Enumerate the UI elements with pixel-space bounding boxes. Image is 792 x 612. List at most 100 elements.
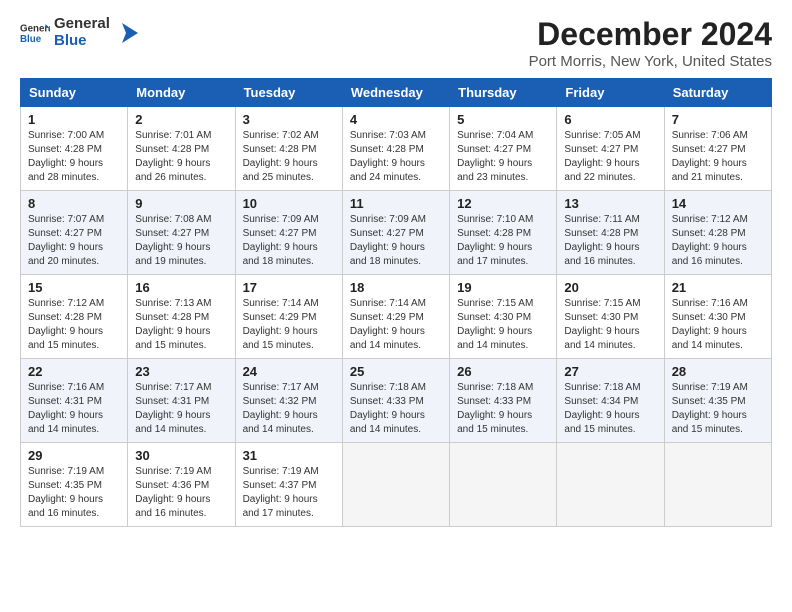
day-number: 13 — [564, 196, 656, 211]
header-row: SundayMondayTuesdayWednesdayThursdayFrid… — [21, 79, 772, 107]
calendar-cell: 9 Sunrise: 7:08 AM Sunset: 4:27 PM Dayli… — [128, 191, 235, 275]
day-number: 30 — [135, 448, 227, 463]
calendar-cell: 21 Sunrise: 7:16 AM Sunset: 4:30 PM Dayl… — [664, 275, 771, 359]
column-header-sunday: Sunday — [21, 79, 128, 107]
calendar-cell: 18 Sunrise: 7:14 AM Sunset: 4:29 PM Dayl… — [342, 275, 449, 359]
sunrise-label: Sunrise: 7:14 AM — [350, 298, 426, 309]
daylight-label: Daylight: 9 hours and 14 minutes. — [350, 410, 425, 435]
sunset-label: Sunset: 4:27 PM — [135, 228, 209, 239]
calendar-cell: 27 Sunrise: 7:18 AM Sunset: 4:34 PM Dayl… — [557, 359, 664, 443]
day-number: 18 — [350, 280, 442, 295]
daylight-label: Daylight: 9 hours and 19 minutes. — [135, 242, 210, 267]
calendar-table: SundayMondayTuesdayWednesdayThursdayFrid… — [20, 78, 772, 527]
daylight-label: Daylight: 9 hours and 14 minutes. — [457, 326, 532, 351]
calendar-cell: 20 Sunrise: 7:15 AM Sunset: 4:30 PM Dayl… — [557, 275, 664, 359]
sunset-label: Sunset: 4:28 PM — [28, 144, 102, 155]
day-number: 15 — [28, 280, 120, 295]
calendar-cell: 13 Sunrise: 7:11 AM Sunset: 4:28 PM Dayl… — [557, 191, 664, 275]
calendar-week-3: 15 Sunrise: 7:12 AM Sunset: 4:28 PM Dayl… — [21, 275, 772, 359]
calendar-cell: 28 Sunrise: 7:19 AM Sunset: 4:35 PM Dayl… — [664, 359, 771, 443]
calendar-cell: 11 Sunrise: 7:09 AM Sunset: 4:27 PM Dayl… — [342, 191, 449, 275]
calendar-cell: 7 Sunrise: 7:06 AM Sunset: 4:27 PM Dayli… — [664, 107, 771, 191]
sunset-label: Sunset: 4:28 PM — [135, 144, 209, 155]
sunrise-label: Sunrise: 7:12 AM — [672, 214, 748, 225]
sunrise-label: Sunrise: 7:18 AM — [457, 382, 533, 393]
column-header-thursday: Thursday — [450, 79, 557, 107]
day-number: 24 — [243, 364, 335, 379]
day-info: Sunrise: 7:18 AM Sunset: 4:33 PM Dayligh… — [457, 381, 549, 437]
calendar-week-2: 8 Sunrise: 7:07 AM Sunset: 4:27 PM Dayli… — [21, 191, 772, 275]
sunset-label: Sunset: 4:30 PM — [564, 312, 638, 323]
logo: General Blue General Blue — [20, 16, 142, 49]
sunrise-label: Sunrise: 7:19 AM — [672, 382, 748, 393]
daylight-label: Daylight: 9 hours and 26 minutes. — [135, 158, 210, 183]
column-header-monday: Monday — [128, 79, 235, 107]
calendar-cell: 4 Sunrise: 7:03 AM Sunset: 4:28 PM Dayli… — [342, 107, 449, 191]
sunrise-label: Sunrise: 7:12 AM — [28, 298, 104, 309]
day-info: Sunrise: 7:11 AM Sunset: 4:28 PM Dayligh… — [564, 213, 656, 269]
sunrise-label: Sunrise: 7:17 AM — [243, 382, 319, 393]
day-number: 5 — [457, 112, 549, 127]
daylight-label: Daylight: 9 hours and 16 minutes. — [135, 494, 210, 519]
sunset-label: Sunset: 4:28 PM — [243, 144, 317, 155]
sunset-label: Sunset: 4:30 PM — [672, 312, 746, 323]
sunset-label: Sunset: 4:28 PM — [457, 228, 531, 239]
sunrise-label: Sunrise: 7:08 AM — [135, 214, 211, 225]
daylight-label: Daylight: 9 hours and 15 minutes. — [28, 326, 103, 351]
day-info: Sunrise: 7:01 AM Sunset: 4:28 PM Dayligh… — [135, 129, 227, 185]
day-number: 22 — [28, 364, 120, 379]
sunrise-label: Sunrise: 7:17 AM — [135, 382, 211, 393]
sunset-label: Sunset: 4:31 PM — [28, 396, 102, 407]
sunset-label: Sunset: 4:29 PM — [350, 312, 424, 323]
day-info: Sunrise: 7:12 AM Sunset: 4:28 PM Dayligh… — [28, 297, 120, 353]
sunrise-label: Sunrise: 7:16 AM — [28, 382, 104, 393]
sunrise-label: Sunrise: 7:16 AM — [672, 298, 748, 309]
sunrise-label: Sunrise: 7:03 AM — [350, 130, 426, 141]
daylight-label: Daylight: 9 hours and 28 minutes. — [28, 158, 103, 183]
daylight-label: Daylight: 9 hours and 17 minutes. — [457, 242, 532, 267]
day-info: Sunrise: 7:17 AM Sunset: 4:31 PM Dayligh… — [135, 381, 227, 437]
calendar-cell: 26 Sunrise: 7:18 AM Sunset: 4:33 PM Dayl… — [450, 359, 557, 443]
sunset-label: Sunset: 4:27 PM — [672, 144, 746, 155]
calendar-cell: 29 Sunrise: 7:19 AM Sunset: 4:35 PM Dayl… — [21, 443, 128, 527]
calendar-cell: 22 Sunrise: 7:16 AM Sunset: 4:31 PM Dayl… — [21, 359, 128, 443]
sunrise-label: Sunrise: 7:19 AM — [135, 466, 211, 477]
calendar-body: 1 Sunrise: 7:00 AM Sunset: 4:28 PM Dayli… — [21, 107, 772, 527]
sunrise-label: Sunrise: 7:18 AM — [350, 382, 426, 393]
calendar-cell: 10 Sunrise: 7:09 AM Sunset: 4:27 PM Dayl… — [235, 191, 342, 275]
day-number: 25 — [350, 364, 442, 379]
calendar-cell: 6 Sunrise: 7:05 AM Sunset: 4:27 PM Dayli… — [557, 107, 664, 191]
calendar-cell: 30 Sunrise: 7:19 AM Sunset: 4:36 PM Dayl… — [128, 443, 235, 527]
sunrise-label: Sunrise: 7:14 AM — [243, 298, 319, 309]
sunset-label: Sunset: 4:37 PM — [243, 480, 317, 491]
day-info: Sunrise: 7:16 AM Sunset: 4:30 PM Dayligh… — [672, 297, 764, 353]
sunset-label: Sunset: 4:29 PM — [243, 312, 317, 323]
day-number: 7 — [672, 112, 764, 127]
daylight-label: Daylight: 9 hours and 18 minutes. — [243, 242, 318, 267]
sunset-label: Sunset: 4:28 PM — [28, 312, 102, 323]
daylight-label: Daylight: 9 hours and 14 minutes. — [243, 410, 318, 435]
logo-arrow-icon — [114, 19, 142, 47]
sunrise-label: Sunrise: 7:15 AM — [457, 298, 533, 309]
day-info: Sunrise: 7:14 AM Sunset: 4:29 PM Dayligh… — [243, 297, 335, 353]
calendar-cell: 1 Sunrise: 7:00 AM Sunset: 4:28 PM Dayli… — [21, 107, 128, 191]
calendar-cell: 15 Sunrise: 7:12 AM Sunset: 4:28 PM Dayl… — [21, 275, 128, 359]
day-number: 20 — [564, 280, 656, 295]
sunset-label: Sunset: 4:27 PM — [28, 228, 102, 239]
sunrise-label: Sunrise: 7:05 AM — [564, 130, 640, 141]
logo-general-text: General — [54, 16, 110, 33]
day-info: Sunrise: 7:02 AM Sunset: 4:28 PM Dayligh… — [243, 129, 335, 185]
sunrise-label: Sunrise: 7:04 AM — [457, 130, 533, 141]
calendar-cell — [664, 443, 771, 527]
day-info: Sunrise: 7:16 AM Sunset: 4:31 PM Dayligh… — [28, 381, 120, 437]
day-info: Sunrise: 7:15 AM Sunset: 4:30 PM Dayligh… — [564, 297, 656, 353]
sunrise-label: Sunrise: 7:19 AM — [243, 466, 319, 477]
page-subtitle: Port Morris, New York, United States — [529, 53, 772, 70]
calendar-cell: 17 Sunrise: 7:14 AM Sunset: 4:29 PM Dayl… — [235, 275, 342, 359]
day-info: Sunrise: 7:08 AM Sunset: 4:27 PM Dayligh… — [135, 213, 227, 269]
column-header-saturday: Saturday — [664, 79, 771, 107]
calendar-header: SundayMondayTuesdayWednesdayThursdayFrid… — [21, 79, 772, 107]
daylight-label: Daylight: 9 hours and 14 minutes. — [672, 326, 747, 351]
sunrise-label: Sunrise: 7:10 AM — [457, 214, 533, 225]
sunset-label: Sunset: 4:35 PM — [672, 396, 746, 407]
